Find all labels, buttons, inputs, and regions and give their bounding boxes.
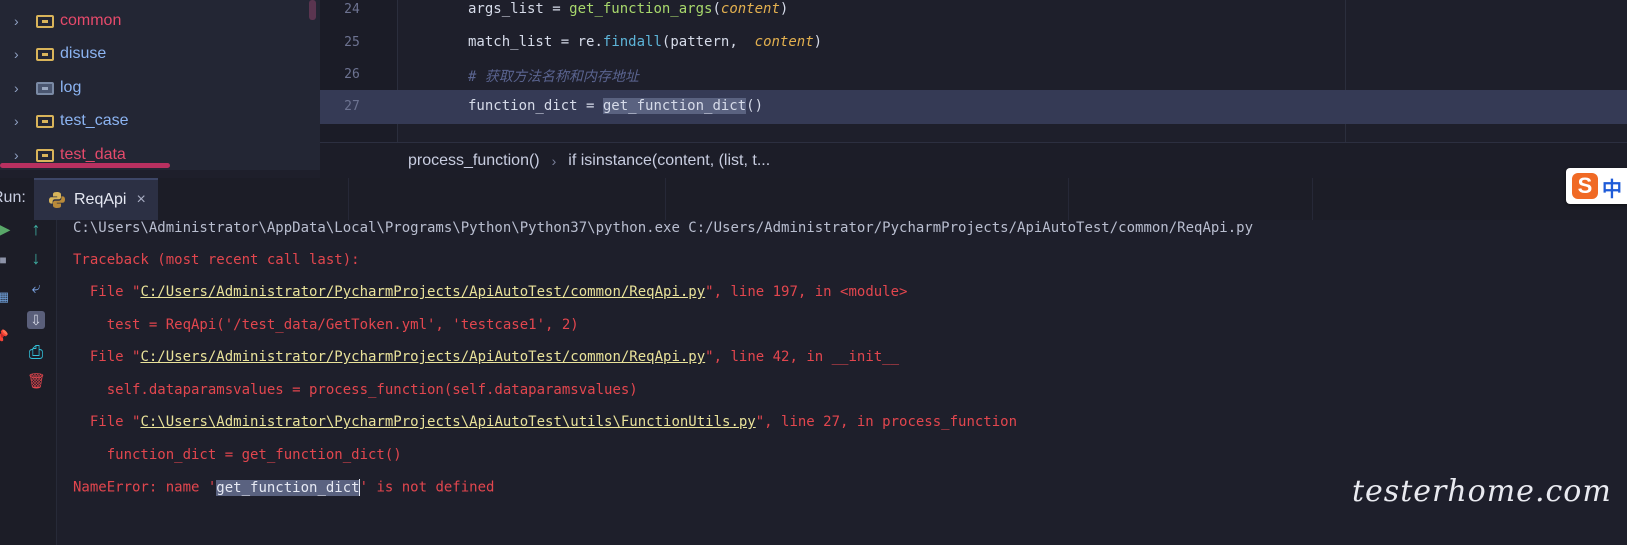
watermark: testerhome.com	[1352, 474, 1612, 509]
tree-item-label: disuse	[60, 45, 107, 62]
error-message: NameError: name 'get_function_dict' is n…	[73, 479, 495, 496]
code-line[interactable]: 26 # 获取方法名称和内存地址	[320, 58, 1627, 92]
tree-item-log[interactable]: › log	[14, 73, 81, 103]
line-number: 27	[344, 99, 360, 114]
breadcrumb-item[interactable]: if isinstance(content, (list, t...	[568, 152, 770, 170]
code-editor[interactable]: 24 args_list = get_function_args(content…	[320, 0, 1627, 142]
python-icon	[49, 192, 65, 208]
trash-icon[interactable]: 🗑	[27, 373, 46, 391]
ime-language: 中	[1602, 179, 1622, 201]
traceback-code: test = ReqApi('/test_data/GetToken.yml',…	[73, 317, 579, 333]
divider	[1312, 178, 1313, 220]
rerun-icon[interactable]: ▶	[0, 220, 14, 238]
code-text[interactable]: args_list = get_function_args(content)	[468, 1, 788, 17]
traceback-header: Traceback (most recent call last):	[73, 252, 360, 268]
folder-icon	[36, 148, 54, 162]
file-link[interactable]: C:/Users/Administrator/PycharmProjects/A…	[140, 284, 705, 300]
divider	[1068, 178, 1069, 220]
folder-icon	[36, 47, 54, 61]
traceback-frame: File "C:/Users/Administrator/PycharmProj…	[73, 349, 900, 365]
folder-icon	[36, 114, 54, 128]
console-command-line: C:\Users\Administrator\AppData\Local\Pro…	[73, 220, 1254, 236]
line-number: 25	[344, 35, 360, 50]
chevron-right-icon[interactable]: ›	[14, 13, 28, 29]
print-icon[interactable]: ⎙	[27, 343, 45, 361]
stop-icon[interactable]: ■	[0, 251, 12, 269]
soft-wrap-icon[interactable]: ⤶	[27, 280, 45, 298]
traceback-frame: File "C:\Users\Administrator\PycharmProj…	[73, 414, 1018, 430]
breadcrumb-separator: ›	[551, 153, 557, 169]
breadcrumb-item[interactable]: process_function()	[408, 152, 540, 170]
chevron-right-icon[interactable]: ›	[14, 147, 28, 163]
tree-item-common[interactable]: › common	[14, 6, 121, 36]
run-tab-reqapi[interactable]: ReqApi ×	[34, 178, 158, 220]
pin-icon[interactable]: 📌	[0, 328, 10, 346]
layout-icon[interactable]: ▦	[0, 288, 12, 306]
traceback-code: self.dataparamsvalues = process_function…	[73, 382, 638, 398]
file-link[interactable]: C:/Users/Administrator/PycharmProjects/A…	[140, 349, 705, 365]
code-line-current[interactable]: 27 function_dict = get_function_dict()	[320, 90, 1627, 124]
log-folder-icon	[36, 81, 54, 95]
folder-icon	[36, 14, 54, 28]
traceback-code: function_dict = get_function_dict()	[73, 447, 402, 463]
tree-item-label: log	[60, 79, 82, 96]
chevron-right-icon[interactable]: ›	[14, 113, 28, 129]
tree-item-disuse[interactable]: › disuse	[14, 39, 106, 69]
code-comment[interactable]: # 获取方法名称和内存地址	[468, 66, 639, 86]
close-icon[interactable]: ×	[136, 191, 145, 209]
run-controls-strip: ▶ ■ ▦ 📌	[0, 220, 14, 545]
run-title: Run:	[0, 189, 26, 206]
traceback-frame: File "C:/Users/Administrator/PycharmProj…	[73, 284, 908, 300]
tree-item-label: test_data	[60, 146, 126, 163]
project-tree: › common › disuse › log › test_case › te…	[0, 0, 320, 170]
run-tool-window-header: Run: ReqApi ×	[0, 178, 1627, 221]
error-underline	[0, 163, 170, 168]
console-toolbar: ↑ ↓ ⤶ ⇩ ⎙ 🗑	[14, 220, 57, 545]
tree-item-test-case[interactable]: › test_case	[14, 106, 128, 136]
code-line[interactable]: 25 match_list = re.findall(pattern, cont…	[320, 26, 1627, 60]
tree-item-label: test_case	[60, 112, 129, 129]
breadcrumb: process_function() › if isinstance(conte…	[320, 142, 1627, 179]
tab-label: ReqApi	[74, 191, 127, 208]
line-number: 26	[344, 67, 360, 82]
chevron-right-icon[interactable]: ›	[14, 46, 28, 62]
chevron-right-icon[interactable]: ›	[14, 80, 28, 96]
tree-scrollbar[interactable]	[309, 0, 316, 20]
divider	[665, 178, 666, 220]
arrow-down-icon[interactable]: ↓	[27, 249, 45, 267]
ime-indicator[interactable]: S 中	[1566, 168, 1627, 204]
scroll-to-end-icon[interactable]: ⇩	[27, 311, 45, 329]
line-number: 24	[344, 2, 360, 17]
code-line[interactable]: 24 args_list = get_function_args(content…	[320, 0, 1627, 27]
selected-text[interactable]: get_function_dict	[216, 479, 360, 496]
divider	[348, 178, 349, 220]
tree-item-label: common	[60, 12, 122, 29]
arrow-up-icon[interactable]: ↑	[27, 220, 45, 238]
code-text[interactable]: match_list = re.findall(pattern, content…	[468, 34, 822, 50]
file-link[interactable]: C:\Users\Administrator\PycharmProjects\A…	[140, 414, 755, 430]
code-text[interactable]: function_dict = get_function_dict()	[468, 98, 763, 114]
sogou-icon: S	[1572, 173, 1598, 199]
